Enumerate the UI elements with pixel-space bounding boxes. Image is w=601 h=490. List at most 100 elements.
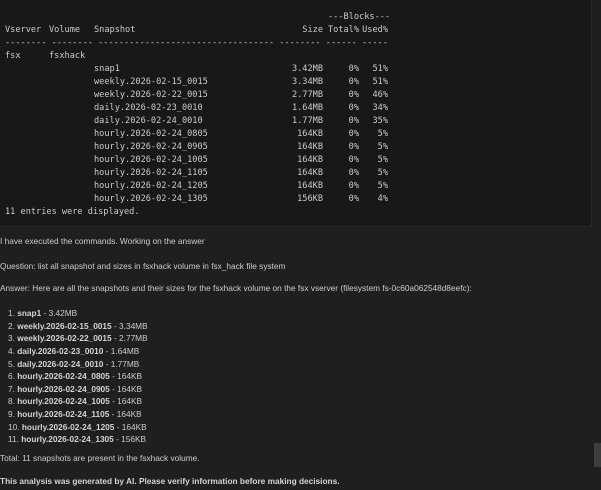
list-number: 9. — [8, 409, 15, 420]
snapshot-total-pct: 0% — [348, 181, 359, 191]
terminal-output: ---Blocks--- Vserver Volume Snapshot Siz… — [0, 0, 592, 227]
snapshot-size: 164KB — [297, 142, 323, 152]
list-number: 10. — [8, 421, 20, 432]
list-item: 10. hourly.2026-02-24_1205 - 164KB — [8, 421, 148, 434]
list-item: 5. daily.2026-02-24_0010 - 1.77MB — [8, 358, 148, 371]
list-number: 3. — [8, 333, 15, 344]
snapshot-name: hourly.2026-02-24_1105 — [94, 168, 208, 178]
snapshot-size: - 3.42MB — [43, 308, 78, 318]
snapshot-name: hourly.2026-02-24_0905 — [94, 142, 208, 152]
snapshot-size: 3.34MB — [291, 77, 323, 87]
snapshot-size: - 2.77MB — [113, 333, 148, 344]
snapshot-name: hourly.2026-02-24_0805 — [94, 129, 208, 139]
snapshot-used-pct: 51% — [372, 77, 388, 87]
snapshot-name: hourly.2026-02-24_0905 — [17, 383, 110, 394]
header-size: Size — [302, 25, 323, 35]
list-item: 4. daily.2026-02-23_0010 - 1.64MB — [8, 345, 148, 358]
snapshot-size: 1.64MB — [291, 103, 323, 113]
snapshot-total-pct: 0% — [348, 90, 359, 100]
header-used: Used% — [362, 25, 388, 35]
snapshot-size: - 3.34MB — [113, 320, 148, 331]
snapshot-row: daily.2026-02-24_0010 1.77MB 0% 35% — [5, 115, 388, 128]
snapshot-size: - 164KB — [112, 383, 143, 394]
snapshot-size: - 164KB — [112, 371, 143, 382]
snapshot-name: hourly.2026-02-24_1005 — [94, 155, 208, 165]
snapshot-row: weekly.2026-02-22_0015 2.77MB 0% 46% — [5, 89, 388, 102]
question-text: Question: list all snapshot and sizes in… — [0, 261, 286, 271]
list-number: 5. — [8, 358, 15, 369]
snapshot-total-pct: 0% — [348, 142, 359, 152]
ai-disclaimer: This analysis was generated by AI. Pleas… — [0, 476, 340, 486]
list-number: 6. — [8, 371, 15, 382]
snapshot-used-pct: 4% — [377, 194, 388, 204]
snapshot-used-pct: 5% — [377, 155, 388, 165]
snapshot-name: hourly.2026-02-24_1205 — [21, 421, 115, 432]
vserver-value: fsx — [5, 51, 21, 61]
list-item: 7. hourly.2026-02-24_0905 - 164KB — [8, 383, 148, 396]
snapshot-used-pct: 5% — [377, 181, 388, 191]
list-item: 6. hourly.2026-02-24_0805 - 164KB — [8, 370, 148, 383]
snapshot-row: daily.2026-02-23_0010 1.64MB 0% 34% — [5, 102, 388, 115]
answer-intro: Answer: Here are all the snapshots and t… — [0, 283, 472, 293]
snapshot-size: 164KB — [297, 155, 323, 165]
snapshot-size: - 1.64MB — [105, 345, 140, 356]
snapshot-total-pct: 0% — [348, 64, 359, 74]
column-header-line: Vserver Volume Snapshot Size Total% Used… — [5, 24, 388, 37]
snapshot-total-pct: 0% — [348, 155, 359, 165]
snapshot-row: hourly.2026-02-24_0905 164KB 0% 5% — [5, 141, 388, 154]
list-number: 7. — [8, 383, 15, 394]
snapshot-row: weekly.2026-02-15_0015 3.34MB 0% 51% — [5, 76, 388, 89]
snapshot-name: daily.2026-02-24_0010 — [94, 116, 203, 126]
snapshot-size: - 1.77MB — [105, 358, 140, 369]
snapshot-name: weekly.2026-02-15_0015 — [17, 320, 112, 331]
snapshot-name: daily.2026-02-23_0010 — [94, 103, 203, 113]
snapshot-size: - 156KB — [116, 434, 147, 445]
snapshot-used-pct: 51% — [372, 64, 388, 74]
snapshot-used-pct: 34% — [372, 103, 388, 113]
snapshot-name: hourly.2026-02-24_0805 — [17, 371, 110, 382]
snapshot-size: - 164KB — [112, 396, 143, 407]
page: ---Blocks--- Vserver Volume Snapshot Siz… — [0, 0, 601, 490]
snapshot-total-pct: 0% — [348, 194, 359, 204]
header-snapshot: Snapshot — [94, 25, 136, 35]
snapshot-row: hourly.2026-02-24_1105 164KB 0% 5% — [5, 167, 388, 180]
snapshot-name: daily.2026-02-23_0010 — [17, 345, 104, 356]
snapshot-name: snap1 — [17, 308, 42, 318]
blocks-header-line: ---Blocks--- — [5, 11, 390, 24]
snapshot-total-pct: 0% — [348, 129, 359, 139]
snapshot-size: 1.77MB — [291, 116, 323, 126]
snapshot-name: hourly.2026-02-24_1305 — [94, 194, 208, 204]
separator-line: -------- -------- ----------------------… — [5, 38, 388, 48]
entries-footer: 11 entries were displayed. — [5, 207, 140, 217]
snapshot-size: 164KB — [297, 168, 323, 178]
list-item: 9. hourly.2026-02-24_1105 - 164KB — [8, 408, 148, 421]
list-item: 11. hourly.2026-02-24_1305 - 156KB — [8, 433, 148, 446]
snapshot-size: - 164KB — [111, 409, 142, 420]
list-item: 8. hourly.2026-02-24_1005 - 164KB — [8, 395, 148, 408]
snapshot-name: snap1 — [94, 64, 120, 74]
total-summary: Total: 11 snapshots are present in the f… — [0, 453, 200, 463]
snapshot-total-pct: 0% — [348, 168, 359, 178]
snapshot-total-pct: 0% — [348, 116, 359, 126]
snapshot-size: 164KB — [297, 181, 323, 191]
snapshot-size: 156KB — [297, 194, 323, 204]
header-volume: Volume — [49, 25, 81, 35]
snapshot-row: hourly.2026-02-24_1005 164KB 0% 5% — [5, 154, 388, 167]
list-item: 3. weekly.2026-02-22_0015 - 2.77MB — [8, 332, 148, 345]
snapshot-name: hourly.2026-02-24_1205 — [94, 181, 208, 191]
snapshot-total-pct: 0% — [348, 103, 359, 113]
list-item: 1. snap1 - 3.42MB — [8, 307, 148, 320]
snapshot-name: hourly.2026-02-24_1305 — [21, 434, 114, 445]
vserver-volume-line: fsx fsxhack — [5, 50, 85, 63]
snapshot-list: 1. snap1 - 3.42MB 2. weekly.2026-02-15_0… — [8, 307, 148, 446]
snapshot-used-pct: 5% — [377, 129, 388, 139]
volume-value: fsxhack — [49, 51, 86, 61]
status-message: I have executed the commands. Working on… — [0, 236, 205, 246]
list-item: 2. weekly.2026-02-15_0015 - 3.34MB — [8, 320, 148, 333]
list-number: 11. — [8, 434, 19, 445]
list-number: 1. — [8, 308, 15, 318]
snapshot-row: hourly.2026-02-24_1305 156KB 0% 4% — [5, 193, 388, 206]
scrollbar-thumb[interactable] — [594, 443, 601, 467]
snapshot-used-pct: 35% — [372, 116, 388, 126]
blocks-header: ---Blocks--- — [328, 12, 391, 22]
